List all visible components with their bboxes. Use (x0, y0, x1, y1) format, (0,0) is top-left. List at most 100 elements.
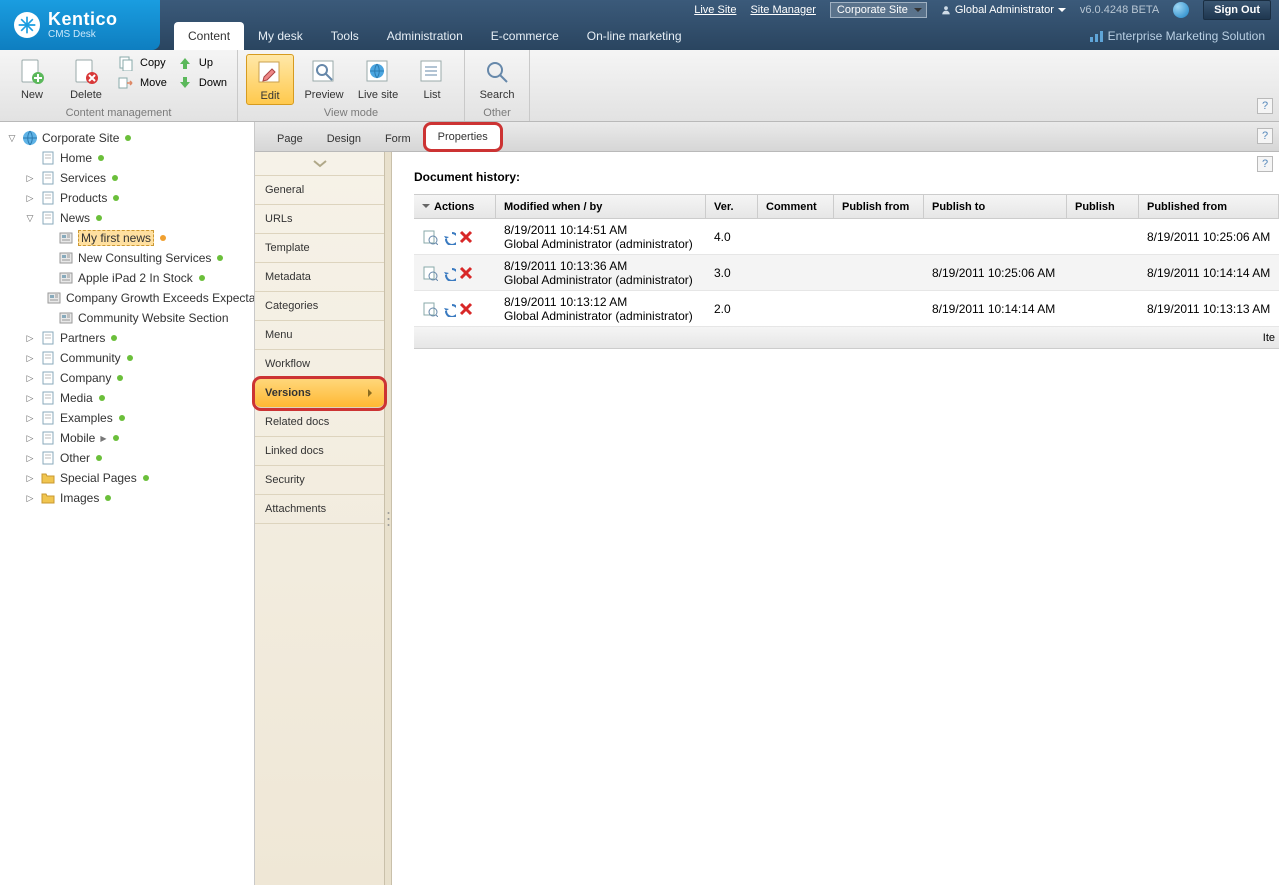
col-comment[interactable]: Comment (758, 195, 834, 218)
rollback-icon[interactable] (440, 265, 456, 281)
tree-toggle[interactable]: ▽ (6, 133, 18, 144)
delete-button[interactable]: Delete (62, 54, 110, 103)
vmenu-workflow[interactable]: Workflow (255, 350, 384, 379)
delete-icon[interactable] (458, 265, 474, 281)
rollback-icon[interactable] (440, 301, 456, 317)
tree-node[interactable]: ▷Community (0, 348, 254, 368)
vmenu-collapse-button[interactable] (255, 152, 384, 176)
subtab-properties[interactable]: Properties (423, 122, 503, 152)
tree-label: Apple iPad 2 In Stock (78, 271, 193, 285)
vmenu-security[interactable]: Security (255, 466, 384, 495)
tree-node[interactable]: ▷Media (0, 388, 254, 408)
vmenu-general[interactable]: General (255, 176, 384, 205)
tree-toggle[interactable]: ▷ (24, 453, 36, 464)
tree-toggle[interactable]: ▷ (24, 373, 36, 384)
livesite-button[interactable]: Live site (354, 54, 402, 103)
col-ver[interactable]: Ver. (706, 195, 758, 218)
site-manager-link[interactable]: Site Manager (750, 4, 815, 16)
tree-node[interactable]: New Consulting Services (0, 248, 254, 268)
new-button[interactable]: New (8, 54, 56, 103)
search-button[interactable]: Search (473, 54, 521, 103)
maintab-tools[interactable]: Tools (317, 22, 373, 50)
tree-toggle[interactable]: ▷ (24, 353, 36, 364)
vmenu-related-docs[interactable]: Related docs (255, 408, 384, 437)
live-site-link[interactable]: Live Site (694, 4, 736, 16)
list-button[interactable]: List (408, 54, 456, 103)
vmenu-categories[interactable]: Categories (255, 292, 384, 321)
col-publish[interactable]: Publish (1067, 195, 1139, 218)
move-button[interactable]: Move (116, 74, 169, 92)
tree-label: Home (60, 151, 92, 165)
col-pubfrom[interactable]: Publish from (834, 195, 924, 218)
tree-toggle[interactable]: ▷ (24, 493, 36, 504)
tree-toggle[interactable]: ▽ (24, 213, 36, 224)
maintab-e-commerce[interactable]: E-commerce (477, 22, 573, 50)
preview-button[interactable]: Preview (300, 54, 348, 103)
tree-node[interactable]: ▽News (0, 208, 254, 228)
col-pubto[interactable]: Publish to (924, 195, 1067, 218)
vmenu-linked-docs[interactable]: Linked docs (255, 437, 384, 466)
edit-icon (254, 57, 286, 89)
subtabs-help-button[interactable]: ? (1257, 128, 1273, 144)
view-icon[interactable] (422, 265, 438, 281)
view-icon[interactable] (422, 229, 438, 245)
tree-node[interactable]: Company Growth Exceeds Expectations (0, 288, 254, 308)
tree-node[interactable]: ▷ Other (0, 448, 254, 468)
tree-toggle[interactable]: ▷ (24, 433, 36, 444)
maintab-content[interactable]: Content (174, 22, 244, 50)
tree-node[interactable]: ▷Company (0, 368, 254, 388)
tree-toggle[interactable]: ▷ (24, 393, 36, 404)
tree-node[interactable]: Community Website Section (0, 308, 254, 328)
user-menu[interactable]: Global Administrator (941, 4, 1066, 16)
tree-node[interactable]: Home (0, 148, 254, 168)
subtab-page[interactable]: Page (265, 127, 315, 151)
sign-out-button[interactable]: Sign Out (1203, 0, 1271, 20)
tree-toggle[interactable]: ▷ (24, 173, 36, 184)
tree-node[interactable]: ▷Special Pages (0, 468, 254, 488)
globe-icon[interactable] (1173, 2, 1189, 18)
maintab-administration[interactable]: Administration (373, 22, 477, 50)
tree-label: Corporate Site (42, 131, 119, 145)
col-pubfromval[interactable]: Published from (1139, 195, 1279, 218)
tree-node[interactable]: ▷Partners (0, 328, 254, 348)
tree-node[interactable]: ▷Mobile▶ (0, 428, 254, 448)
vmenu-versions[interactable]: Versions (255, 379, 384, 408)
tree-node[interactable]: My first news (0, 228, 254, 248)
tree-node[interactable]: ▷Services (0, 168, 254, 188)
tree-node[interactable]: ▽ Corporate Site (0, 128, 254, 148)
subtab-design[interactable]: Design (315, 127, 373, 151)
delete-icon[interactable] (458, 301, 474, 317)
splitter[interactable] (385, 152, 392, 885)
tree-node[interactable]: ▷Products (0, 188, 254, 208)
vmenu-menu[interactable]: Menu (255, 321, 384, 350)
panel-help-button[interactable]: ? (1257, 156, 1273, 172)
rollback-icon[interactable] (440, 229, 456, 245)
tree-toggle[interactable]: ▷ (24, 473, 36, 484)
edit-button[interactable]: Edit (246, 54, 294, 105)
delete-icon[interactable] (458, 229, 474, 245)
maintab-on-line-marketing[interactable]: On-line marketing (573, 22, 696, 50)
col-modified[interactable]: Modified when / by (496, 195, 706, 218)
vmenu-urls[interactable]: URLs (255, 205, 384, 234)
copy-icon (118, 55, 134, 71)
up-button[interactable]: Up (175, 54, 229, 72)
tree-label: Other (60, 451, 90, 465)
tree-toggle[interactable]: ▷ (24, 413, 36, 424)
copy-button[interactable]: Copy (116, 54, 169, 72)
tree-toggle[interactable]: ▷ (24, 333, 36, 344)
maintab-my-desk[interactable]: My desk (244, 22, 317, 50)
view-icon[interactable] (422, 301, 438, 317)
tree-node[interactable]: ▷Examples (0, 408, 254, 428)
site-selector[interactable]: Corporate Site (830, 2, 927, 18)
down-button[interactable]: Down (175, 74, 229, 92)
tree-toggle[interactable]: ▷ (24, 193, 36, 204)
tree-node[interactable]: Apple iPad 2 In Stock (0, 268, 254, 288)
logo[interactable]: Kentico CMS Desk (0, 0, 160, 50)
tree-node[interactable]: ▷Images (0, 488, 254, 508)
col-actions[interactable]: Actions (414, 195, 496, 218)
subtab-form[interactable]: Form (373, 127, 423, 151)
vmenu-metadata[interactable]: Metadata (255, 263, 384, 292)
vmenu-attachments[interactable]: Attachments (255, 495, 384, 524)
ribbon-help-button[interactable]: ? (1257, 98, 1273, 114)
vmenu-template[interactable]: Template (255, 234, 384, 263)
